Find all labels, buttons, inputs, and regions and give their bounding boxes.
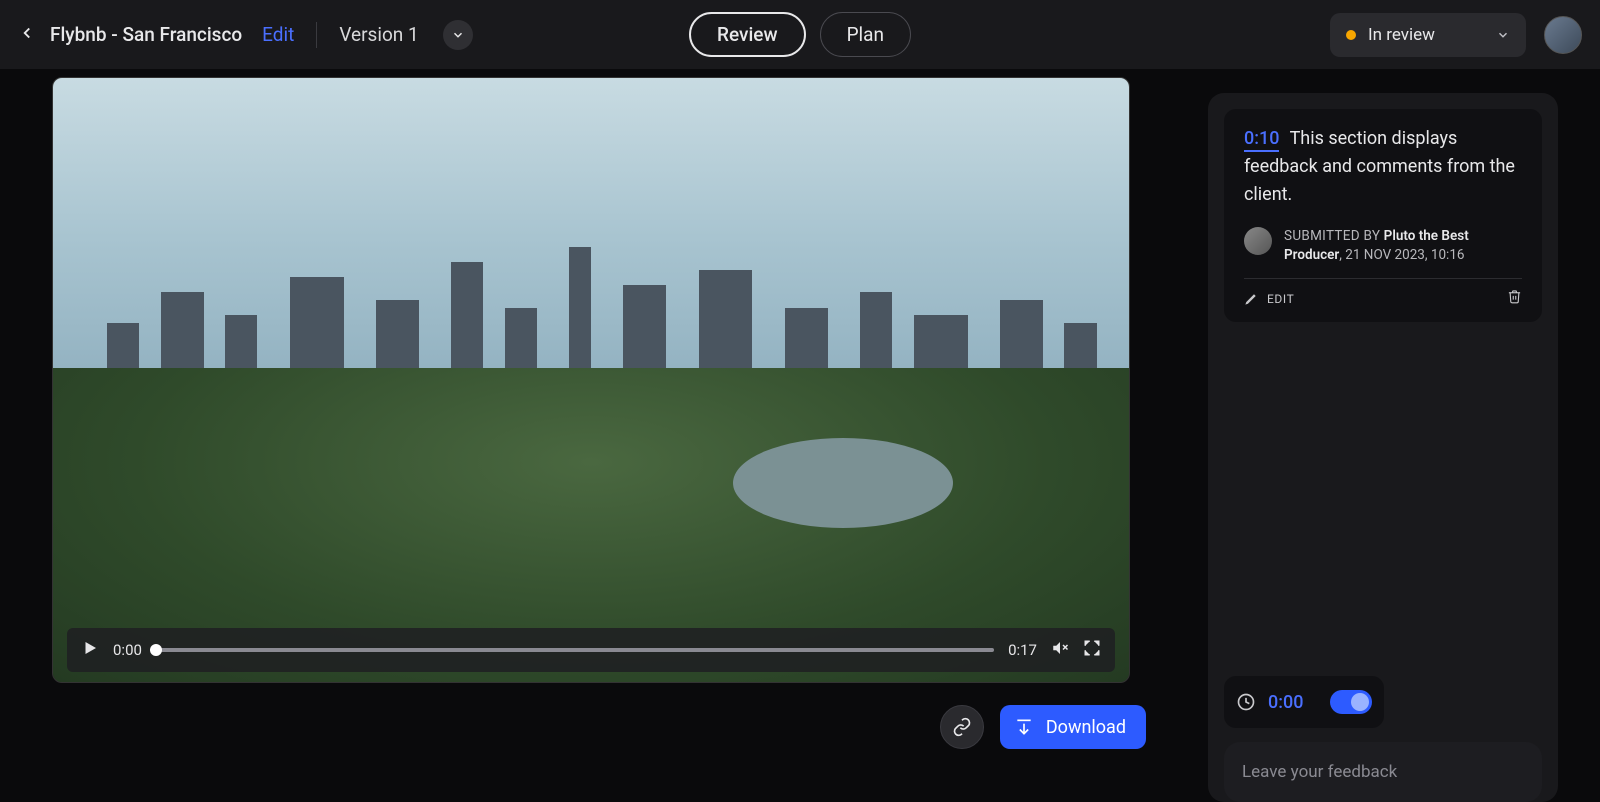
submitted-by-label: SUBMITTED BY: [1284, 228, 1380, 244]
feedback-panel: 0:10 This section displays feedback and …: [1208, 93, 1558, 802]
video-seek-bar[interactable]: [156, 648, 994, 652]
pencil-icon: [1244, 291, 1259, 306]
user-avatar[interactable]: [1544, 16, 1582, 54]
video-thumbnail: [53, 78, 1129, 682]
edit-comment-button[interactable]: EDIT: [1244, 291, 1294, 306]
version-dropdown-button[interactable]: [443, 20, 473, 50]
header-right: In review: [1330, 13, 1582, 57]
feedback-input[interactable]: Leave your feedback: [1224, 742, 1542, 802]
edit-label: EDIT: [1267, 292, 1294, 306]
fullscreen-button[interactable]: [1083, 639, 1101, 661]
video-column: 0:00 0:17 Download: [0, 69, 1208, 802]
timestamp-value: 0:00: [1268, 692, 1318, 713]
back-button[interactable]: [18, 24, 36, 46]
play-button[interactable]: [81, 639, 99, 661]
app-header: Flybnb - San Francisco Edit Version 1 Re…: [0, 0, 1600, 69]
chevron-left-icon: [18, 24, 36, 42]
comment-body: 0:10 This section displays feedback and …: [1244, 125, 1522, 209]
comment-card: 0:10 This section displays feedback and …: [1224, 109, 1542, 322]
edit-title-link[interactable]: Edit: [262, 23, 294, 46]
feedback-column: 0:10 This section displays feedback and …: [1208, 69, 1600, 802]
timestamp-toggle: 0:00: [1224, 676, 1384, 728]
video-actions: Download: [940, 705, 1146, 749]
copy-link-button[interactable]: [940, 705, 984, 749]
trash-icon: [1507, 289, 1522, 304]
download-label: Download: [1046, 717, 1126, 738]
main: 0:00 0:17 Download: [0, 69, 1600, 802]
comment-meta: SUBMITTED BY Pluto the Best Producer, 21…: [1244, 227, 1522, 265]
comment-author-avatar: [1244, 227, 1272, 255]
version-label: Version 1: [339, 23, 418, 46]
page-title: Flybnb - San Francisco: [50, 23, 242, 46]
chevron-down-icon: [1496, 28, 1510, 42]
play-icon: [81, 639, 99, 657]
clock-icon: [1236, 692, 1256, 712]
delete-comment-button[interactable]: [1507, 289, 1522, 308]
video-controls: 0:00 0:17: [67, 628, 1115, 672]
video-duration: 0:17: [1008, 641, 1037, 659]
status-dot-icon: [1346, 30, 1356, 40]
status-selector[interactable]: In review: [1330, 13, 1526, 57]
tab-review[interactable]: Review: [689, 12, 806, 57]
mute-button[interactable]: [1051, 639, 1069, 661]
comment-actions: EDIT: [1244, 278, 1522, 308]
video-player[interactable]: 0:00 0:17: [52, 77, 1130, 683]
fullscreen-icon: [1083, 639, 1101, 657]
feedback-input-area: 0:00 Leave your feedback: [1208, 676, 1558, 802]
status-label: In review: [1368, 25, 1484, 45]
download-button[interactable]: Download: [1000, 705, 1146, 749]
header-left: Flybnb - San Francisco Edit Version 1: [18, 20, 473, 50]
comment-meta-text: SUBMITTED BY Pluto the Best Producer, 21…: [1284, 227, 1522, 265]
feedback-placeholder: Leave your feedback: [1242, 762, 1397, 782]
include-timestamp-switch[interactable]: [1330, 690, 1372, 714]
seek-thumb[interactable]: [150, 644, 162, 656]
volume-muted-icon: [1051, 639, 1069, 657]
header-tabs: Review Plan: [689, 12, 911, 57]
comment-timestamp-link[interactable]: 0:10: [1244, 128, 1279, 152]
divider: [316, 22, 317, 48]
download-icon: [1014, 717, 1034, 737]
comment-date: , 21 NOV 2023, 10:16: [1339, 247, 1464, 263]
comment-text: This section displays feedback and comme…: [1244, 128, 1515, 205]
chevron-down-icon: [451, 28, 465, 42]
video-current-time: 0:00: [113, 641, 142, 659]
tab-plan[interactable]: Plan: [820, 12, 911, 57]
link-icon: [952, 717, 972, 737]
